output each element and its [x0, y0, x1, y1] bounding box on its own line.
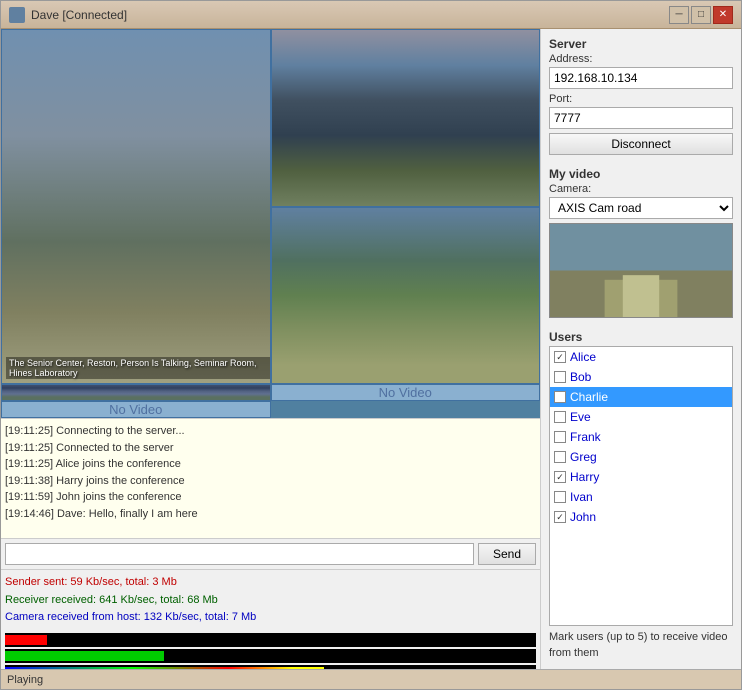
minimize-button[interactable]: ─ — [669, 6, 689, 24]
user-name-charlie: Charlie — [570, 390, 608, 404]
video-overlay-topleft: The Senior Center, Reston, Person Is Tal… — [6, 357, 270, 379]
chat-line-4: [19:11:38] Harry joins the conference — [5, 473, 536, 490]
user-item-greg[interactable]: Greg — [550, 447, 732, 467]
user-item-eve[interactable]: Eve — [550, 407, 732, 427]
camera-label: Camera: — [549, 183, 733, 195]
stat-sender: Sender sent: 59 Kb/sec, total: 3 Mb — [5, 574, 536, 592]
chat-line-6: [19:14:46] Dave: Hello, finally I am her… — [5, 506, 536, 523]
window-title: Dave [Connected] — [31, 8, 127, 22]
user-item-john[interactable]: ✓ John — [550, 507, 732, 527]
user-name-frank: Frank — [570, 430, 601, 444]
user-name-bob: Bob — [570, 370, 591, 384]
video-grid: The Senior Center, Reston, Person Is Tal… — [1, 29, 540, 419]
user-name-ivan: Ivan — [570, 490, 593, 504]
video-cell-topleft: The Senior Center, Reston, Person Is Tal… — [1, 29, 271, 384]
chat-line-3: [19:11:25] Alice joins the conference — [5, 456, 536, 473]
chat-input[interactable] — [5, 543, 474, 565]
port-label: Port: — [549, 93, 733, 105]
user-checkbox-eve[interactable] — [554, 411, 566, 423]
user-item-bob[interactable]: Bob — [550, 367, 732, 387]
user-name-harry: Harry — [570, 470, 599, 484]
bar-fill-1 — [5, 635, 47, 645]
send-button[interactable]: Send — [478, 543, 536, 565]
users-section: Users ✓ Alice Bob Charlie Eve Frank Greg ✓ Harry… — [549, 330, 733, 661]
chat-line-2: [19:11:25] Connected to the server — [5, 440, 536, 457]
users-list: ✓ Alice Bob Charlie Eve Frank Greg ✓ Harry Ivan ✓ J… — [549, 346, 733, 626]
title-bar-left: Dave [Connected] — [9, 7, 127, 23]
users-section-label: Users — [549, 330, 733, 344]
video-preview-box: Dave <AXIS 205 Network Camera> Lake Mary… — [549, 223, 733, 318]
user-name-john: John — [570, 510, 596, 524]
user-name-alice: Alice — [570, 350, 596, 364]
chat-area: [19:11:25] Connecting to the server... [… — [1, 419, 540, 539]
user-item-ivan[interactable]: Ivan — [550, 487, 732, 507]
user-name-greg: Greg — [570, 450, 597, 464]
bar-fill-2 — [5, 651, 164, 661]
main-content: The Senior Center, Reston, Person Is Tal… — [1, 29, 741, 669]
bar-row-2 — [5, 649, 536, 663]
title-bar: Dave [Connected] ─ □ ✕ — [1, 1, 741, 29]
chat-line-5: [19:11:59] John joins the conference — [5, 489, 536, 506]
stats-area: Sender sent: 59 Kb/sec, total: 3 Mb Rece… — [1, 570, 540, 631]
user-item-harry[interactable]: ✓ Harry — [550, 467, 732, 487]
chat-input-row: Send — [1, 539, 540, 570]
chat-line-1: [19:11:25] Connecting to the server... — [5, 423, 536, 440]
bars-area — [1, 631, 540, 669]
main-window: Dave [Connected] ─ □ ✕ The Senior Center… — [0, 0, 742, 690]
video-cell-bottomright: No Video — [1, 401, 271, 418]
preview-svg — [550, 224, 732, 317]
user-item-alice[interactable]: ✓ Alice — [550, 347, 732, 367]
server-section: Server Address: Port: Disconnect — [549, 37, 733, 159]
stat-camera: Camera received from host: 132 Kb/sec, t… — [5, 609, 536, 627]
user-checkbox-harry[interactable]: ✓ — [554, 471, 566, 483]
user-checkbox-alice[interactable]: ✓ — [554, 351, 566, 363]
user-name-eve: Eve — [570, 410, 591, 424]
close-button[interactable]: ✕ — [713, 6, 733, 24]
user-checkbox-ivan[interactable] — [554, 491, 566, 503]
left-panel: The Senior Center, Reston, Person Is Tal… — [1, 29, 541, 669]
bar-row-1 — [5, 633, 536, 647]
my-video-label: My video — [549, 167, 733, 181]
no-video-label-right: No Video — [109, 402, 162, 417]
no-video-label-center: No Video — [379, 385, 432, 400]
user-checkbox-john[interactable]: ✓ — [554, 511, 566, 523]
bar-fill-3 — [5, 667, 324, 669]
status-bar: Playing — [1, 669, 741, 689]
title-bar-buttons: ─ □ ✕ — [669, 6, 733, 24]
address-label: Address: — [549, 53, 733, 65]
users-hint: Mark users (up to 5) to receive video fr… — [549, 630, 733, 661]
user-checkbox-bob[interactable] — [554, 371, 566, 383]
user-item-frank[interactable]: Frank — [550, 427, 732, 447]
video-cell-midright — [271, 207, 541, 385]
port-input[interactable] — [549, 107, 733, 129]
disconnect-button[interactable]: Disconnect — [549, 133, 733, 155]
my-video-section: My video Camera: AXIS Cam road Dave <AXI… — [549, 167, 733, 322]
server-section-label: Server — [549, 37, 733, 51]
camera-select[interactable]: AXIS Cam road — [549, 197, 733, 219]
user-checkbox-greg[interactable] — [554, 451, 566, 463]
video-cell-bottomleft — [1, 384, 271, 401]
status-text: Playing — [7, 674, 43, 686]
stat-receiver: Receiver received: 641 Kb/sec, total: 68… — [5, 592, 536, 610]
video-cell-topright — [271, 29, 541, 207]
app-icon — [9, 7, 25, 23]
video-cell-bottomcenter: No Video — [271, 384, 541, 401]
user-checkbox-frank[interactable] — [554, 431, 566, 443]
user-item-charlie[interactable]: Charlie — [550, 387, 732, 407]
maximize-button[interactable]: □ — [691, 6, 711, 24]
user-checkbox-charlie[interactable] — [554, 391, 566, 403]
right-panel: Server Address: Port: Disconnect My vide… — [541, 29, 741, 669]
address-input[interactable] — [549, 67, 733, 89]
bar-row-3 — [5, 665, 536, 669]
